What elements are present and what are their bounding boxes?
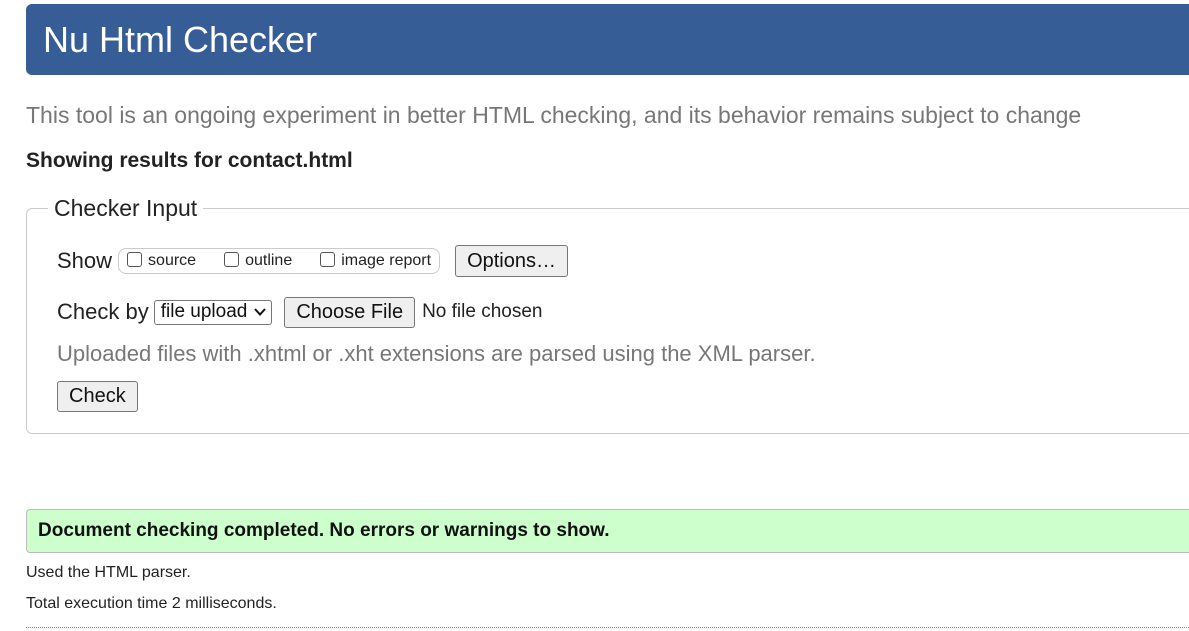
image-report-checkbox[interactable] <box>320 251 336 267</box>
show-option-image-report[interactable]: image report <box>320 251 432 270</box>
checker-input-legend: Checker Input <box>48 194 204 222</box>
image-report-checkbox-label: image report <box>341 252 432 269</box>
outline-checkbox[interactable] <box>224 251 240 267</box>
check-by-select[interactable]: file upload <box>153 299 273 325</box>
check-by-row: Check by file upload Choose File No file… <box>57 296 542 328</box>
show-option-outline[interactable]: outline <box>224 251 293 270</box>
divider <box>26 627 1189 628</box>
intro-text: This tool is an ongoing experiment in be… <box>26 102 1082 128</box>
parser-note: Used the HTML parser. <box>26 564 191 581</box>
options-button[interactable]: Options… <box>455 245 568 277</box>
show-label: Show <box>57 248 113 273</box>
header-banner: Nu Html Checker <box>26 4 1189 75</box>
results-heading: Showing results for contact.html <box>26 149 353 172</box>
show-options-group: source outline image report <box>118 248 441 274</box>
chevron-down-icon <box>254 308 267 316</box>
no-file-status: No file chosen <box>422 301 543 322</box>
upload-hint: Uploaded files with .xhtml or .xht exten… <box>57 341 816 366</box>
show-row: Show source outline image report Options… <box>57 245 568 277</box>
outline-checkbox-label: outline <box>245 252 293 269</box>
execution-time: Total execution time 2 milliseconds. <box>26 595 277 612</box>
success-message: Document checking completed. No errors o… <box>26 509 1189 553</box>
check-by-selected-value: file upload <box>160 301 248 322</box>
source-checkbox-label: source <box>148 252 197 269</box>
checker-input-fieldset: Checker Input Show source outline image … <box>26 194 1189 434</box>
source-checkbox[interactable] <box>127 251 143 267</box>
page: Nu Html Checker This tool is an ongoing … <box>0 0 1189 631</box>
check-by-label: Check by <box>57 299 149 324</box>
choose-file-button[interactable]: Choose File <box>284 296 416 328</box>
show-option-source[interactable]: source <box>127 251 197 270</box>
page-title: Nu Html Checker <box>43 19 318 60</box>
check-button[interactable]: Check <box>57 381 138 412</box>
